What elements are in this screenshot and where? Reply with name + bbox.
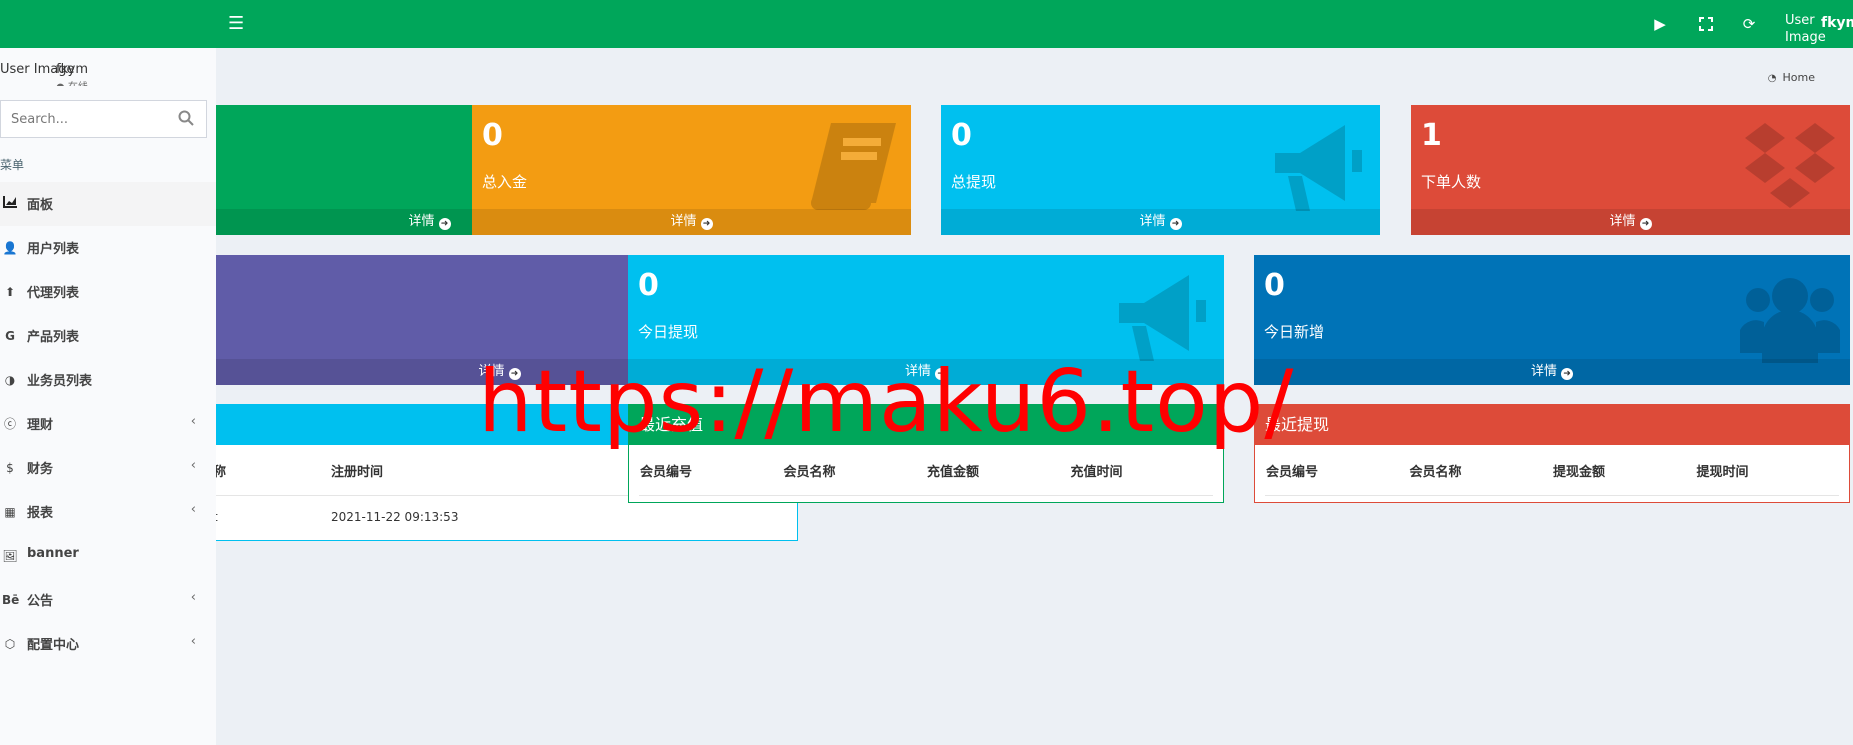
table-cell: t <box>216 496 330 539</box>
search-icon[interactable] <box>178 110 194 126</box>
half-circle-icon: ◑ <box>4 373 16 387</box>
behance-icon: Bē <box>2 593 20 607</box>
col-header: 充值时间 <box>1069 445 1213 496</box>
sidebar-toggle-icon[interactable]: ☰ <box>228 14 248 34</box>
header-avatar[interactable]: User Image <box>1785 12 1826 46</box>
col-header: 会员编号 <box>639 445 783 496</box>
image-icon: 🖼 <box>2 549 18 563</box>
stat-box-total-withdraw: 0 总提现 详情 ➜ <box>941 105 1380 235</box>
dropbox-icon <box>1745 123 1835 208</box>
stat-box-total-deposit: 0 总入金 详情 ➜ <box>472 105 911 235</box>
chevron-left-icon: ‹ <box>190 414 196 429</box>
bullhorn-icon <box>1275 125 1362 211</box>
stat-value: 0 <box>482 118 503 153</box>
col-header: 称 <box>216 445 330 496</box>
stat-label: 今日新增 <box>1264 323 1325 341</box>
table-header-row: 会员编号 会员名称 提现金额 提现时间 <box>1265 445 1839 496</box>
online-status: ● 在线 <box>56 78 88 86</box>
recent-withdraw-table: 会员编号 会员名称 提现金额 提现时间 <box>1265 445 1839 496</box>
stat-value: 0 <box>1264 268 1285 303</box>
sidebar-item-banner[interactable]: 🖼 banner <box>0 534 216 578</box>
calculator-icon: ▦ <box>4 505 16 519</box>
stat-label: 下单人数 <box>1421 173 1482 191</box>
stat-value: 0 <box>638 268 659 303</box>
watermark-text: https://maku6.top/ <box>478 352 1295 452</box>
sidebar-item-notice[interactable]: Bē 公告 ‹ <box>0 578 216 622</box>
fullscreen-icon[interactable] <box>1694 12 1718 36</box>
panel-title: 最近提现 <box>1255 405 1849 445</box>
stat-more-link[interactable]: 详情 ➜ <box>941 209 1380 235</box>
col-header: 会员名称 <box>1408 445 1552 496</box>
breadcrumb-home[interactable]: Home <box>1783 71 1815 84</box>
user-icon: 👤 <box>2 241 18 255</box>
col-header: 充值金额 <box>926 445 1070 496</box>
recent-withdraw-panel: 最近提现 会员编号 会员名称 提现金额 提现时间 <box>1254 404 1850 503</box>
stat-more-link[interactable]: 详情 ➜ <box>1254 359 1850 385</box>
sidebar-item-config[interactable]: ⬡ 配置中心 ‹ <box>0 622 216 666</box>
sidebar-item-salesmen[interactable]: ◑ 业务员列表 <box>0 358 216 402</box>
stat-more-link[interactable]: 详情 ➜ <box>1411 209 1850 235</box>
breadcrumb: ◔ Home <box>1768 71 1815 84</box>
gear-hex-icon: ⬡ <box>4 637 16 651</box>
recent-deposit-table: 会员编号 会员名称 充值金额 充值时间 <box>639 445 1213 496</box>
chevron-left-icon: ‹ <box>190 634 196 649</box>
stat-box-today-new: 0 今日新增 详情 ➜ <box>1254 255 1850 385</box>
sidebar-item-users[interactable]: 👤 用户列表 <box>0 226 216 270</box>
cc-icon: ⓒ <box>3 417 16 431</box>
stat-label: 今日提现 <box>638 323 699 341</box>
circle-arrow-icon: ⬆ <box>4 285 16 299</box>
search-input[interactable] <box>9 101 173 137</box>
menu-header: 菜单 <box>0 158 25 172</box>
stat-more-link[interactable]: 详情 ➜ <box>472 209 911 235</box>
stat-label: 总提现 <box>951 173 997 191</box>
table-header-row: 会员编号 会员名称 充值金额 充值时间 <box>639 445 1213 496</box>
dashboard-icon <box>2 195 18 213</box>
col-header: 会员编号 <box>1265 445 1409 496</box>
google-icon: G <box>5 329 15 343</box>
stat-value: 0 <box>951 118 972 153</box>
refresh-icon[interactable]: ⟳ <box>1737 12 1761 36</box>
sidebar-item-agents[interactable]: ⬆ 代理列表 <box>0 270 216 314</box>
stat-label: 总入金 <box>482 173 528 191</box>
col-header: 会员名称 <box>782 445 926 496</box>
sidebar-search <box>0 100 207 138</box>
sidebar-item-finance-mgmt[interactable]: ⓒ 理财 ‹ <box>0 402 216 446</box>
col-header: 提现金额 <box>1552 445 1696 496</box>
header-username[interactable]: fkym <box>1821 15 1853 31</box>
sidebar: User Image fkym ● 在线 菜单 面板 👤 用户列表 ⬆ 代理列表… <box>0 48 216 745</box>
dollar-icon: $ <box>6 461 14 475</box>
chevron-left-icon: ‹ <box>190 590 196 605</box>
users-icon <box>1740 278 1840 363</box>
col-header: 提现时间 <box>1695 445 1839 496</box>
dashboard-icon: ◔ <box>1767 73 1777 84</box>
top-navbar: ☰ ▶ ⟳ User Image fkym <box>0 0 1853 48</box>
sidebar-item-dashboard[interactable]: 面板 <box>0 182 216 226</box>
chevron-left-icon: ‹ <box>190 502 196 517</box>
sidebar-username: fkym <box>56 62 88 77</box>
chevron-left-icon: ‹ <box>190 458 196 473</box>
sidebar-item-finance[interactable]: $ 财务 ‹ <box>0 446 216 490</box>
play-icon[interactable]: ▶ <box>1648 12 1672 36</box>
stat-box-order-users: 1 下单人数 详情 ➜ <box>1411 105 1850 235</box>
sidebar-item-products[interactable]: G 产品列表 <box>0 314 216 358</box>
sidebar-item-reports[interactable]: ▦ 报表 ‹ <box>0 490 216 534</box>
book-icon <box>811 123 896 210</box>
stat-value: 1 <box>1421 118 1442 153</box>
